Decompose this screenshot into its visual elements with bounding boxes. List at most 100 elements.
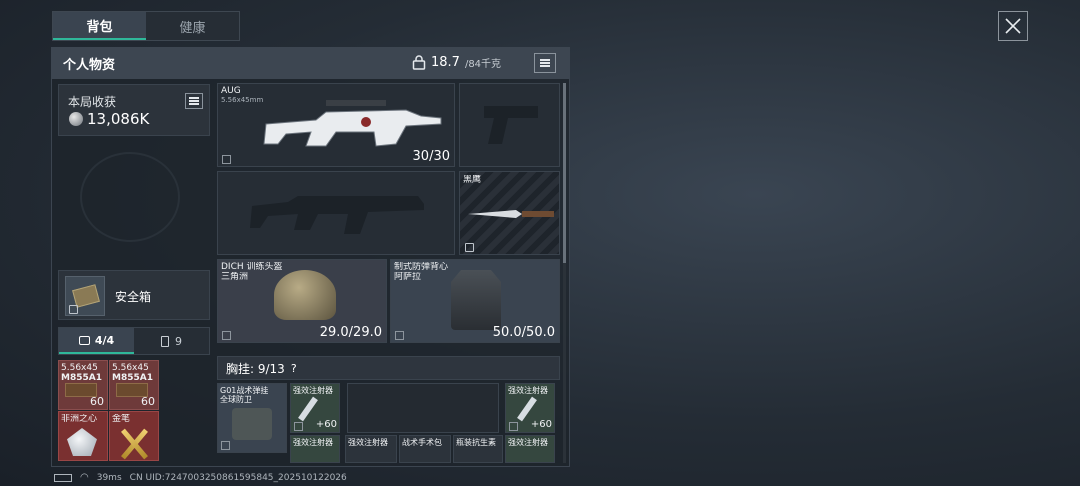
primary-weapon-slot[interactable]: AUG 5.56x45mm 30/30: [217, 83, 455, 167]
knife-icon: [468, 210, 554, 218]
pouch-tab-other[interactable]: 9: [134, 328, 209, 354]
close-icon: [1005, 18, 1021, 34]
close-button[interactable]: [998, 11, 1028, 41]
item-variant: M855A1: [61, 373, 102, 383]
tab-health[interactable]: 健康: [146, 12, 239, 40]
rig-item[interactable]: 瓶装抗生素: [453, 435, 503, 463]
harvest-value: 13,086K: [87, 110, 150, 128]
unbound-icon: [222, 155, 231, 164]
pistol-slot[interactable]: [459, 83, 560, 167]
item-name: 战术手术包: [402, 438, 442, 447]
pouch-tab-items[interactable]: 4/4: [59, 328, 134, 354]
pouch-item[interactable]: 5.56x45 M855A1 60: [58, 360, 108, 410]
unbound-icon: [221, 441, 230, 450]
case-icon: [78, 335, 90, 345]
item-name: 强效注射器: [293, 438, 333, 447]
panel-list-button[interactable]: [534, 53, 556, 73]
helmet-name: DICH 训练头盔: [221, 262, 283, 272]
rig-item[interactable]: 强效注射器: [505, 435, 555, 463]
unbound-icon: [222, 331, 231, 340]
item-name: 强效注射器: [348, 438, 388, 447]
lock-icon: [69, 305, 78, 314]
helmet-slot[interactable]: DICH 训练头盔 三角洲 29.0/29.0: [217, 259, 387, 343]
wifi-icon: ◠: [80, 472, 89, 483]
weapon-ammo-count: 30/30: [412, 149, 450, 164]
battery-icon: [54, 473, 72, 482]
list-icon: [540, 59, 550, 67]
pouch-item[interactable]: 金笔: [109, 411, 159, 461]
rig-icon: [232, 408, 272, 440]
melee-slot[interactable]: 黑鹰: [459, 171, 560, 255]
item-name: 瓶装抗生素: [456, 438, 496, 447]
rig-item[interactable]: 强效注射器: [345, 435, 397, 463]
safe-box-label: 安全箱: [115, 290, 152, 304]
item-count: +60: [530, 420, 552, 430]
helmet-icon: [274, 270, 336, 320]
weight-display: 18.7/84千克: [412, 55, 501, 70]
item-name: 金笔: [112, 414, 131, 424]
coin-icon: [69, 112, 83, 126]
harvest-label: 本局收获: [68, 95, 117, 109]
weight-max: /84千克: [464, 59, 502, 70]
armor-brand: 阿萨拉: [394, 272, 422, 282]
lock-icon: [465, 243, 474, 252]
weight-current: 18.7: [431, 55, 460, 70]
pouch-tabs: 4/4 9: [58, 327, 210, 355]
item-name: 5.56x45: [61, 363, 98, 373]
armor-durability: 50.0/50.0: [492, 325, 555, 340]
item-count: 60: [141, 397, 155, 407]
pouch-tab-other-count: 9: [175, 334, 182, 348]
rifle-icon: [263, 100, 442, 147]
ping-text: 39ms: [96, 472, 122, 483]
melee-name: 黑鹰: [463, 175, 482, 185]
item-name: 非洲之心: [61, 414, 98, 424]
rig-slot[interactable]: G01战术弹挂 全球防卫: [217, 383, 287, 453]
rig-help-icon[interactable]: ?: [291, 362, 297, 375]
rig-header: 胸挂: 9/13 ?: [217, 356, 560, 380]
rig-brand: 全球防卫: [220, 395, 252, 404]
safe-box-slot[interactable]: 安全箱: [58, 270, 210, 320]
scrollbar-thumb[interactable]: [563, 83, 566, 263]
item-name: 强效注射器: [508, 438, 548, 447]
ammo-box-icon: [65, 383, 97, 397]
armor-vest-icon: [451, 270, 501, 330]
uid-text: CN UID:7247003250861595845_202510122026: [129, 472, 347, 483]
item-name: 强效注射器: [293, 386, 333, 395]
status-bar: ◠ 39ms CN UID:7247003250861595845_202510…: [54, 472, 347, 483]
rig-title: 胸挂: 9/13: [226, 361, 285, 376]
rig-item[interactable]: 强效注射器 +60: [505, 383, 555, 433]
rig-item[interactable]: 战术手术包: [399, 435, 451, 463]
item-variant: M855A1: [112, 373, 153, 383]
pouch-item[interactable]: 非洲之心: [58, 411, 108, 461]
emblem-watermark: [80, 152, 180, 242]
rig-empty-slots[interactable]: [347, 383, 499, 433]
unbound-icon: [509, 422, 518, 431]
ammo-box-icon: [116, 383, 148, 397]
harvest-list-button[interactable]: [185, 93, 203, 109]
injector-icon: [298, 396, 318, 422]
rifle-silhouette-icon: [250, 196, 424, 234]
unbound-icon: [294, 422, 303, 431]
list-icon: [189, 97, 199, 105]
rig-item[interactable]: 强效注射器: [290, 435, 340, 463]
helmet-durability: 29.0/29.0: [319, 325, 382, 340]
top-tabs: 背包 健康: [52, 11, 240, 41]
helmet-brand: 三角洲: [221, 272, 249, 282]
clipboard-icon: [161, 335, 169, 347]
rig-item[interactable]: 强效注射器 +60: [290, 383, 340, 433]
item-count: 60: [90, 397, 104, 407]
panel-scrollbar[interactable]: [563, 83, 566, 463]
secondary-weapon-slot[interactable]: [217, 171, 455, 255]
pouch-item[interactable]: 5.56x45 M855A1 60: [109, 360, 159, 410]
armor-slot[interactable]: 制式防弹背心 阿萨拉 50.0/50.0: [390, 259, 560, 343]
pistol-silhouette-icon: [484, 106, 538, 144]
harvest-card: 本局收获 13,086K: [58, 84, 210, 136]
item-name: 5.56x45: [112, 363, 149, 373]
unbound-icon: [395, 331, 404, 340]
safe-box-thumb: [65, 276, 105, 316]
diamond-icon: [67, 428, 97, 456]
item-count: +60: [315, 420, 337, 430]
weight-lock-icon: [412, 55, 426, 70]
injector-icon: [517, 396, 537, 422]
tab-backpack[interactable]: 背包: [53, 12, 146, 40]
